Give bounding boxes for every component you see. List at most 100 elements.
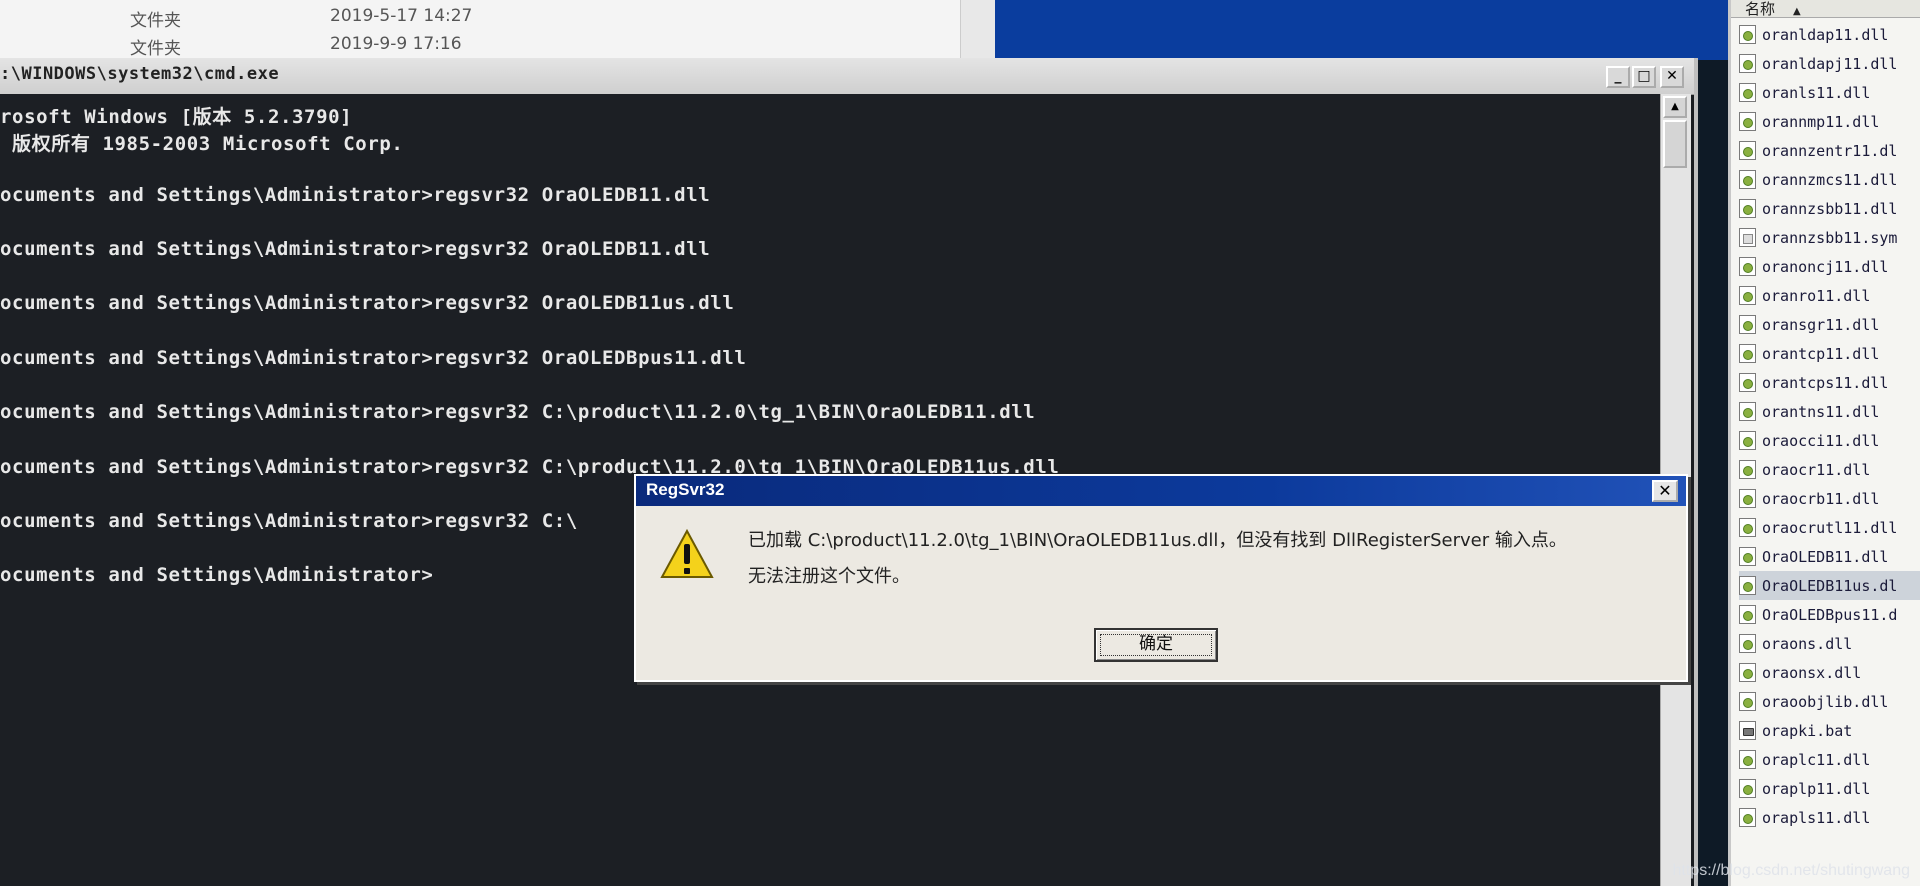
maximize-button[interactable]: □ — [1632, 66, 1656, 88]
console-line: rosoft Windows [版本 5.2.3790] — [0, 106, 353, 128]
dialog-title: RegSvr32 — [646, 480, 725, 499]
file-name: oraons.dll — [1762, 634, 1853, 653]
dll-file-icon — [1739, 460, 1756, 479]
dll-file-icon — [1739, 779, 1756, 798]
explorer-file-pane: 名称 ▲ oranldap11.dll oranldapj11.dll oranls1… — [1728, 0, 1920, 886]
file-list-item[interactable]: oraocr11.dll — [1739, 455, 1920, 484]
file-name: orannzsbb11.sym — [1762, 228, 1898, 247]
file-name: orantcp11.dll — [1762, 344, 1880, 363]
file-list-item[interactable]: oraons.dll — [1739, 629, 1920, 658]
file-name: orapls11.dll — [1762, 808, 1871, 827]
file-name: oraocrutl11.dll — [1762, 518, 1898, 537]
name-column-header[interactable]: 名称 ▲ — [1731, 0, 1920, 18]
dll-file-icon — [1739, 518, 1756, 537]
ok-button[interactable]: 确定 — [1094, 628, 1218, 662]
desktop-background — [995, 0, 1730, 60]
file-name: OraOLEDB11us.dl — [1762, 576, 1898, 595]
file-list-item[interactable]: OraOLEDB11.dll — [1739, 542, 1920, 571]
console-line: ocuments and Settings\Administrator>regs… — [0, 510, 578, 532]
file-list-item[interactable]: orapls11.dll — [1739, 803, 1920, 832]
file-list-item[interactable]: oranro11.dll — [1739, 281, 1920, 310]
file-list-item[interactable]: oraoobjlib.dll — [1739, 687, 1920, 716]
dll-file-icon — [1739, 199, 1756, 218]
focus-rectangle — [1100, 634, 1212, 656]
file-name: orannzsbb11.dll — [1762, 199, 1898, 218]
file-list-item[interactable]: orantcps11.dll — [1739, 368, 1920, 397]
dialog-title-bar[interactable]: RegSvr32 ✕ — [636, 476, 1686, 506]
console-line: ocuments and Settings\Administrator>regs… — [0, 292, 735, 315]
file-list-item[interactable]: orannzsbb11.dll — [1739, 194, 1920, 223]
bat-file-icon — [1739, 721, 1756, 740]
sort-ascending-icon: ▲ — [1793, 6, 1801, 17]
cmd-window: :\WINDOWS\system32\cmd.exe _ □ ✕ rosoft … — [0, 58, 1698, 886]
file-list-item[interactable]: orantns11.dll — [1739, 397, 1920, 426]
file-list-item[interactable]: OraOLEDB11us.dl — [1739, 571, 1920, 600]
console-line: 版权所有 1985-2003 Microsoft Corp. — [0, 133, 404, 156]
dll-file-icon — [1739, 170, 1756, 189]
dll-file-icon — [1739, 402, 1756, 421]
dll-file-icon — [1739, 489, 1756, 508]
file-name: oraplc11.dll — [1762, 750, 1871, 769]
file-name: OraOLEDBpus11.d — [1762, 605, 1898, 624]
file-list-item[interactable]: oranldapj11.dll — [1739, 49, 1920, 78]
file-name: OraOLEDB11.dll — [1762, 547, 1889, 566]
file-name: oransgr11.dll — [1762, 315, 1880, 334]
file-name: oraocci11.dll — [1762, 431, 1880, 450]
file-list-item[interactable]: orannzentr11.dl — [1739, 136, 1920, 165]
warning-icon — [660, 528, 714, 578]
file-name: orantns11.dll — [1762, 402, 1880, 421]
file-list-item[interactable]: orannzmcs11.dll — [1739, 165, 1920, 194]
file-name: oraocr11.dll — [1762, 460, 1871, 479]
file-name: orannmp11.dll — [1762, 112, 1880, 131]
file-list-item[interactable]: oranls11.dll — [1739, 78, 1920, 107]
dll-file-icon — [1739, 54, 1756, 73]
file-list-item[interactable]: oraplc11.dll — [1739, 745, 1920, 774]
file-list: oranldap11.dll oranldapj11.dll oranls11.dl… — [1739, 20, 1920, 832]
file-name: oraonsx.dll — [1762, 663, 1862, 682]
file-list-item[interactable]: oraocrb11.dll — [1739, 484, 1920, 513]
scroll-thumb[interactable] — [1663, 120, 1687, 168]
file-list-item[interactable]: OraOLEDBpus11.d — [1739, 600, 1920, 629]
dll-file-icon — [1739, 344, 1756, 363]
file-list-item[interactable]: orannmp11.dll — [1739, 107, 1920, 136]
file-list-item[interactable]: orantcp11.dll — [1739, 339, 1920, 368]
folder-row[interactable]: 文件夹 2019-9-9 17:16 — [130, 34, 462, 59]
file-list-item[interactable]: oranoncj11.dll — [1739, 252, 1920, 281]
console-line: ocuments and Settings\Administrator>regs… — [0, 238, 711, 260]
dll-file-icon — [1739, 315, 1756, 334]
dll-file-icon — [1739, 547, 1756, 566]
file-name: orapki.bat — [1762, 721, 1853, 740]
file-list-item[interactable]: orannzsbb11.sym — [1739, 223, 1920, 252]
error-message: 已加载 C:\product\11.2.0\tg_1\BIN\OraOLEDB1… — [748, 530, 1567, 551]
folder-row[interactable]: 文件夹 2019-5-17 14:27 — [130, 6, 472, 31]
file-list-item[interactable]: oraplp11.dll — [1739, 774, 1920, 803]
folder-date: 2019-9-9 17:16 — [330, 34, 462, 54]
file-name: orannzmcs11.dll — [1762, 170, 1898, 189]
close-button[interactable]: ✕ — [1660, 66, 1684, 88]
cmd-title-bar[interactable]: :\WINDOWS\system32\cmd.exe _ □ ✕ — [0, 58, 1694, 95]
column-header-label: 名称 — [1745, 0, 1776, 18]
dll-file-icon — [1739, 112, 1756, 131]
dialog-close-button[interactable]: ✕ — [1652, 480, 1678, 502]
file-name: oraoobjlib.dll — [1762, 692, 1889, 711]
explorer-scrollbar[interactable] — [960, 0, 996, 58]
dll-file-icon — [1739, 141, 1756, 160]
file-list-item[interactable]: orapki.bat — [1739, 716, 1920, 745]
file-list-item[interactable]: oransgr11.dll — [1739, 310, 1920, 339]
scroll-up-icon[interactable]: ▲ — [1663, 96, 1687, 118]
file-name: oranls11.dll — [1762, 83, 1871, 102]
file-list-item[interactable]: oraocrutl11.dll — [1739, 513, 1920, 542]
dll-file-icon — [1739, 605, 1756, 624]
file-list-item[interactable]: oraonsx.dll — [1739, 658, 1920, 687]
file-name: orannzentr11.dl — [1762, 141, 1898, 160]
file-list-item[interactable]: oranldap11.dll — [1739, 20, 1920, 49]
minimize-button[interactable]: _ — [1606, 66, 1630, 88]
console-line: ocuments and Settings\Administrator> — [0, 564, 434, 587]
dll-file-icon — [1739, 692, 1756, 711]
folder-type: 文件夹 — [130, 39, 181, 59]
console-line: ocuments and Settings\Administrator>regs… — [0, 346, 747, 369]
file-name: oraocrb11.dll — [1762, 489, 1880, 508]
file-list-item[interactable]: oraocci11.dll — [1739, 426, 1920, 455]
file-name: oraplp11.dll — [1762, 779, 1871, 798]
dll-file-icon — [1739, 373, 1756, 392]
